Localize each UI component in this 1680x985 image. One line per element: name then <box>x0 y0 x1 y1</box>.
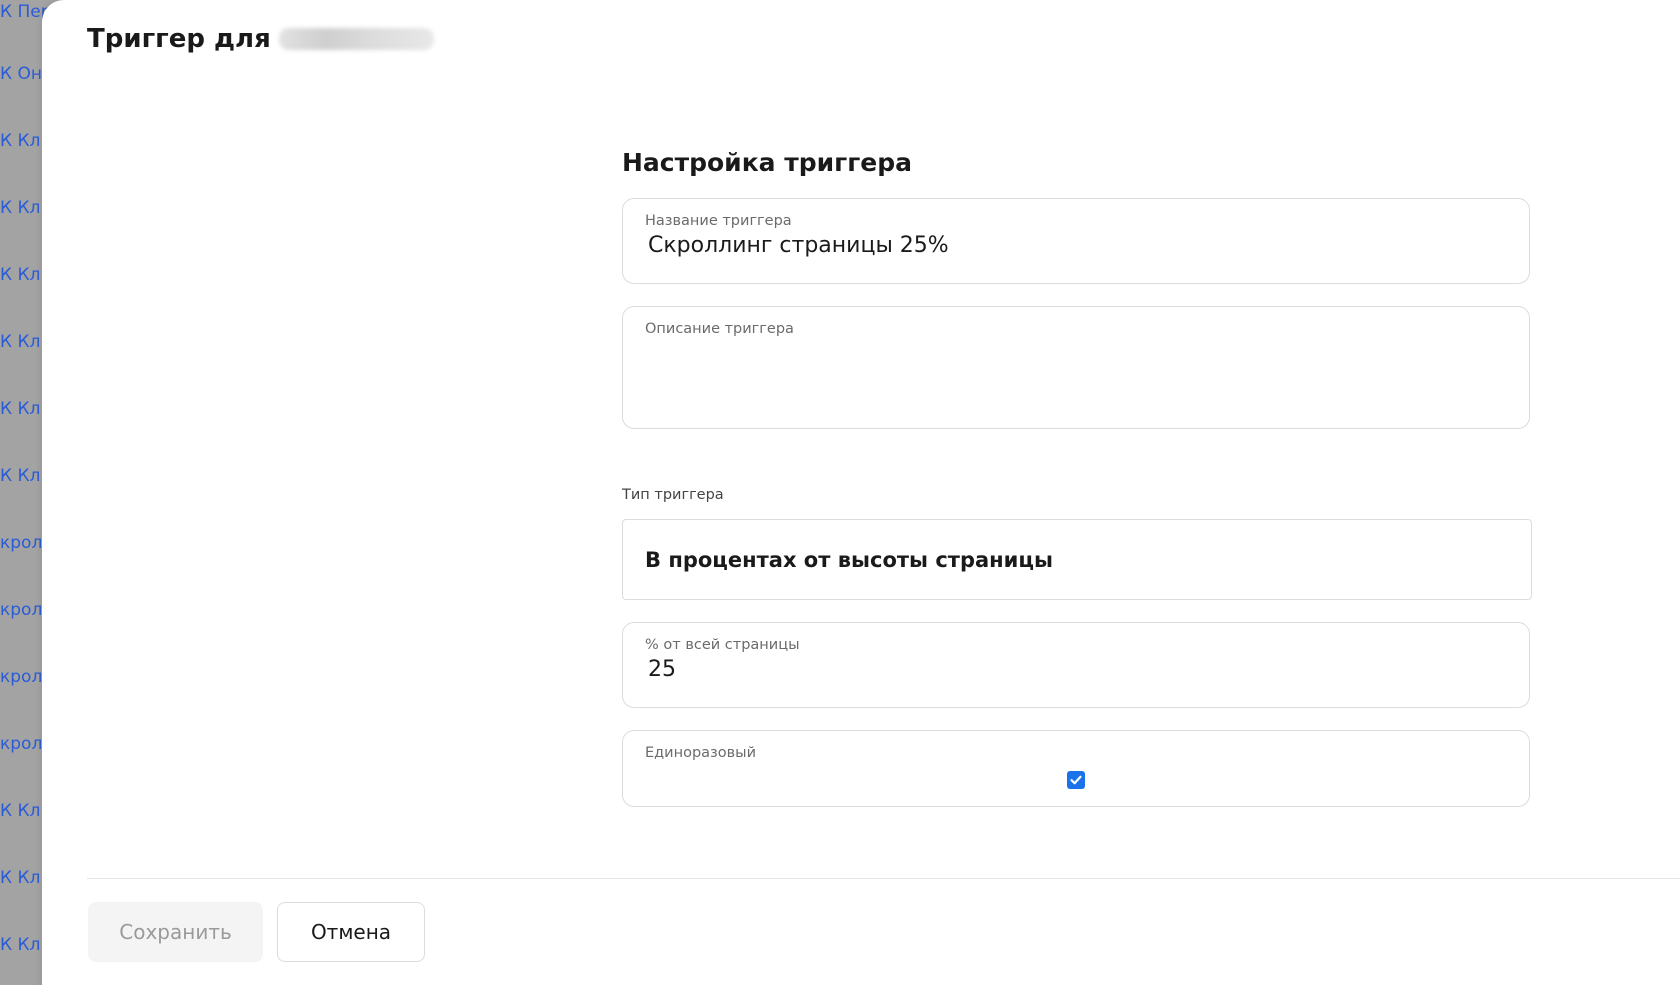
background-list-item[interactable]: К Кл <box>0 399 40 419</box>
trigger-settings-form: Настройка триггера Название триггера Опи… <box>622 148 1532 807</box>
page-percent-label: % от всей страницы <box>645 637 800 653</box>
page-percent-field[interactable]: % от всей страницы <box>622 622 1530 708</box>
one-time-label: Единоразовый <box>645 745 757 761</box>
background-list-item[interactable]: К Кл <box>0 801 40 821</box>
background-list-item[interactable]: крол <box>0 600 42 620</box>
checkmark-icon <box>1070 775 1082 785</box>
trigger-type-label: Тип триггера <box>622 487 724 503</box>
one-time-field: Единоразовый <box>622 730 1530 807</box>
trigger-description-label: Описание триггера <box>645 321 794 337</box>
redacted-site-name <box>278 28 434 50</box>
trigger-name-label: Название триггера <box>645 213 792 229</box>
background-list-item[interactable]: крол <box>0 734 42 754</box>
background-list-item[interactable]: К Кл <box>0 868 40 888</box>
background-list-item[interactable]: К Кл <box>0 466 40 486</box>
background-list-item[interactable]: К Кл <box>0 198 40 218</box>
trigger-type-value: В процентах от высоты страницы <box>645 547 1053 572</box>
page-percent-input[interactable] <box>645 657 1510 682</box>
footer-divider <box>87 878 1680 879</box>
background-list-item[interactable]: К Он <box>0 64 42 84</box>
trigger-name-input[interactable] <box>645 233 1510 258</box>
cancel-button[interactable]: Отмена <box>277 902 425 962</box>
trigger-side-panel: Триггер для Настройка триггера Название … <box>42 0 1680 985</box>
section-title: Настройка триггера <box>622 148 912 177</box>
save-button[interactable]: Сохранить <box>88 902 263 962</box>
background-list-item[interactable]: К Кл <box>0 131 40 151</box>
trigger-name-field[interactable]: Название триггера <box>622 198 1530 284</box>
background-list-item[interactable]: К Кл <box>0 332 40 352</box>
panel-title-text: Триггер для <box>87 24 271 54</box>
background-list-item[interactable]: К Кл <box>0 265 40 285</box>
background-list-item[interactable]: крол <box>0 667 42 687</box>
background-list-item[interactable]: К Кл <box>0 935 40 955</box>
panel-title: Триггер для <box>87 24 434 54</box>
one-time-checkbox[interactable] <box>1067 771 1085 789</box>
background-list-item[interactable]: крол <box>0 533 42 553</box>
trigger-description-input[interactable] <box>645 337 1511 411</box>
trigger-description-field[interactable]: Описание триггера <box>622 306 1530 429</box>
trigger-type-select[interactable]: В процентах от высоты страницы <box>622 519 1532 600</box>
